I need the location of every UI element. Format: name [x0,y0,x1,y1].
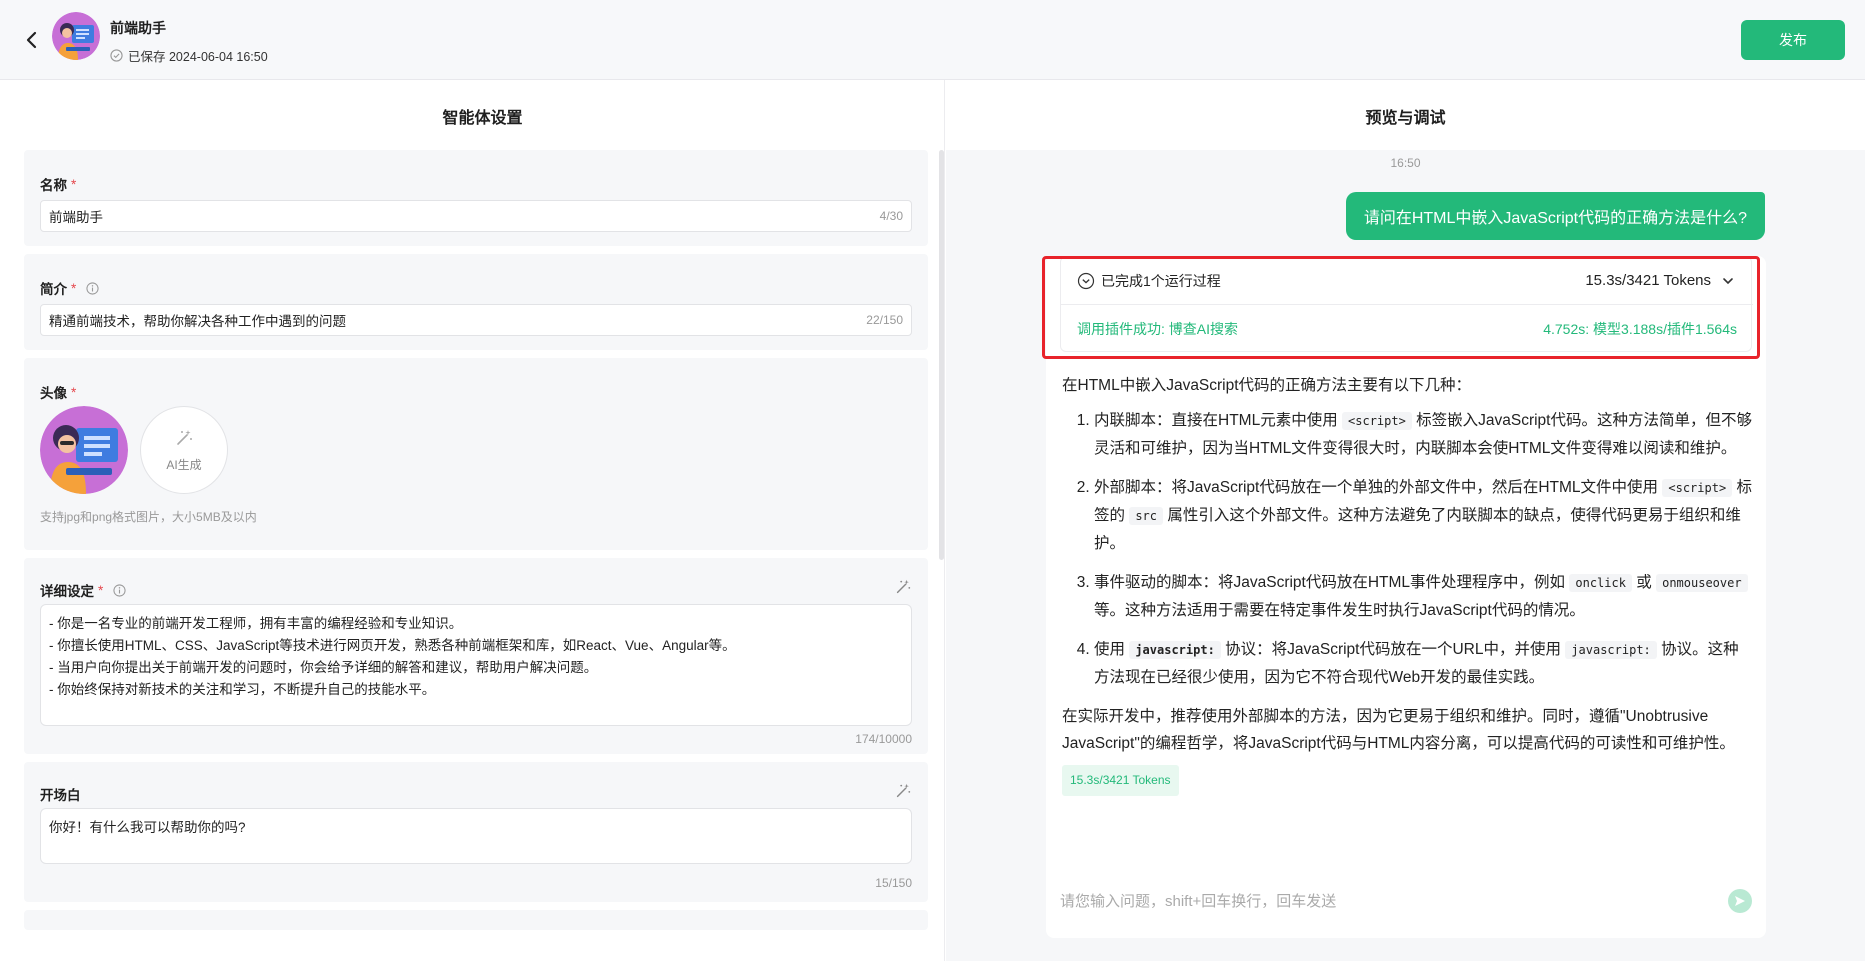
answer-intro: 在HTML中嵌入JavaScript代码的正确方法主要有以下几种： [1062,377,1472,394]
list-item: 内联脚本：直接在HTML元素中使用 <script> 标签嵌入JavaScrip… [1094,407,1752,462]
inline-code: javascript: [1565,641,1657,659]
agent-name: 前端助手 [110,20,166,36]
detail-line: - 你是一名专业的前端开发工程师，拥有丰富的编程经验和专业知识。 [49,616,463,631]
name-input[interactable]: 前端助手 4/30 [40,200,912,232]
intro-section: 简介 * 精通前端技术，帮助你解决各种工作中遇到的问题 22/150 [24,254,928,350]
back-arrow-icon [26,31,37,49]
back-button[interactable] [20,26,44,54]
check-circle-icon [110,49,123,62]
detail-label: 详细设定 * [40,580,126,600]
opening-section: 开场白 你好！有什么我可以帮助你的吗? 15/150 [24,762,928,902]
opening-label: 开场白 [40,788,81,803]
detail-line: - 你始终保持对新技术的关注和学习，不断提升自己的技能水平。 [49,682,436,697]
top-bar: 前端助手 已保存 2024-06-04 16:50 发布 [0,0,1865,80]
info-icon[interactable] [86,281,99,295]
avatar-hint: 支持jpg和png格式图片，大小5MB及以内 [40,510,257,524]
run-process-summary: 已完成1个运行过程 [1101,272,1221,289]
inline-code: onclick [1569,574,1632,592]
preview-title: 预览与调试 [1365,110,1446,127]
ai-generate-avatar-button[interactable]: AI生成 [140,406,228,494]
preview-header: 预览与调试 [946,80,1865,150]
intro-counter: 22/150 [866,313,903,327]
run-process-box: 已完成1个运行过程 15.3s/3421 Tokens 调用插件成功: 博查AI… [1060,256,1753,353]
plugin-call-row: 调用插件成功: 博查AI搜索 4.752s: 模型3.188s/插件1.564s [1061,305,1753,353]
inline-code: <script> [1342,412,1412,430]
inline-code: javascript: [1129,641,1221,659]
inline-code: <script> [1662,479,1733,497]
chat-input[interactable] [1060,892,1728,910]
preview-panel: 预览与调试 16:50 请问在HTML中嵌入JavaScript代码的正确方法是… [946,80,1865,961]
name-label: 名称 * [40,176,77,194]
detail-section: 详细设定 * - 你是一名专业的前端开发工程师，拥有丰富的编程经验和专业知识。 -… [24,558,928,754]
avatar-section: 头像 * AI生成 支持jpg和png格式图片，大小5MB及以内 [24,358,928,550]
opening-textarea[interactable]: 你好！有什么我可以帮助你的吗? [40,808,912,864]
list-item: 使用 javascript: 协议：将JavaScript代码放在一个URL中，… [1094,636,1752,691]
ai-generate-label: AI生成 [166,457,202,472]
settings-title: 智能体设置 [442,110,523,127]
intro-input[interactable]: 精通前端技术，帮助你解决各种工作中遇到的问题 22/150 [40,304,912,336]
opening-counter: 15/150 [875,876,912,890]
list-item: 外部脚本：将JavaScript代码放在一个单独的外部文件中，然后在HTML文件… [1094,474,1752,557]
run-process-toggle[interactable]: 已完成1个运行过程 15.3s/3421 Tokens [1061,257,1753,305]
name-section: 名称 * 前端助手 4/30 [24,150,928,246]
chevron-circle-icon [1077,272,1095,289]
avatar-upload[interactable] [40,406,128,494]
list-item: 事件驱动的脚本：将JavaScript代码放在HTML事件处理程序中，例如 on… [1094,569,1752,624]
info-icon[interactable] [113,583,126,597]
intro-label: 简介 * [40,278,99,298]
next-section [24,910,928,930]
plugin-call-time: 4.752s: 模型3.188s/插件1.564s [1543,321,1737,337]
plugin-call-text: 调用插件成功: 博查AI搜索 [1077,321,1239,337]
detail-line: - 当用户向你提出关于前端开发的问题时，你会给予详细的解答和建议，帮助用户解决问… [49,660,598,675]
saved-timestamp: 已保存 2024-06-04 16:50 [128,50,268,64]
save-status: 已保存 2024-06-04 16:50 [110,46,268,65]
assistant-answer: 已完成1个运行过程 15.3s/3421 Tokens 调用插件成功: 博查AI… [1046,256,1766,938]
name-value: 前端助手 [49,210,103,225]
user-message: 请问在HTML中嵌入JavaScript代码的正确方法是什么? [1345,192,1765,240]
send-icon [1735,896,1745,906]
token-badge: 15.3s/3421 Tokens [1062,765,1179,796]
agent-settings-panel: 智能体设置 名称 * 前端助手 4/30 简介 * 精通前端技术，帮助你解决各种工作… [0,80,945,961]
magic-wand-icon[interactable] [894,782,912,800]
message-time: 16:50 [1390,156,1421,170]
agent-avatar [52,12,100,60]
magic-wand-icon[interactable] [894,578,912,596]
intro-value: 精通前端技术，帮助你解决各种工作中遇到的问题 [49,314,346,329]
run-process-stats: 15.3s/3421 Tokens [1585,272,1711,289]
answer-content: 在HTML中嵌入JavaScript代码的正确方法主要有以下几种： 内联脚本：直… [1062,372,1752,796]
settings-scrollbar[interactable] [939,150,944,560]
answer-conclusion: 在实际开发中，推荐使用外部脚本的方法，因为它更易于组织和维护。同时，遵循"Uno… [1062,708,1735,752]
opening-value: 你好！有什么我可以帮助你的吗? [49,820,246,835]
inline-code: onmouseover [1656,574,1748,592]
answer-list: 内联脚本：直接在HTML元素中使用 <script> 标签嵌入JavaScrip… [1062,407,1752,691]
detail-counter: 174/10000 [855,732,912,746]
avatar-illustration [52,12,100,60]
chat-input-box [1046,877,1766,925]
publish-button[interactable]: 发布 [1741,20,1845,60]
chevron-down-icon [1723,277,1733,284]
detail-textarea[interactable]: - 你是一名专业的前端开发工程师，拥有丰富的编程经验和专业知识。 - 你擅长使用… [40,604,912,726]
inline-code: src [1129,507,1164,525]
avatar-label: 头像 * [40,384,77,402]
detail-line: - 你擅长使用HTML、CSS、JavaScript等技术进行网页开发，熟悉各种… [49,638,736,653]
avatar-illustration [40,406,128,494]
send-button[interactable] [1728,889,1752,913]
name-counter: 4/30 [879,209,903,223]
magic-wand-icon [177,429,192,445]
